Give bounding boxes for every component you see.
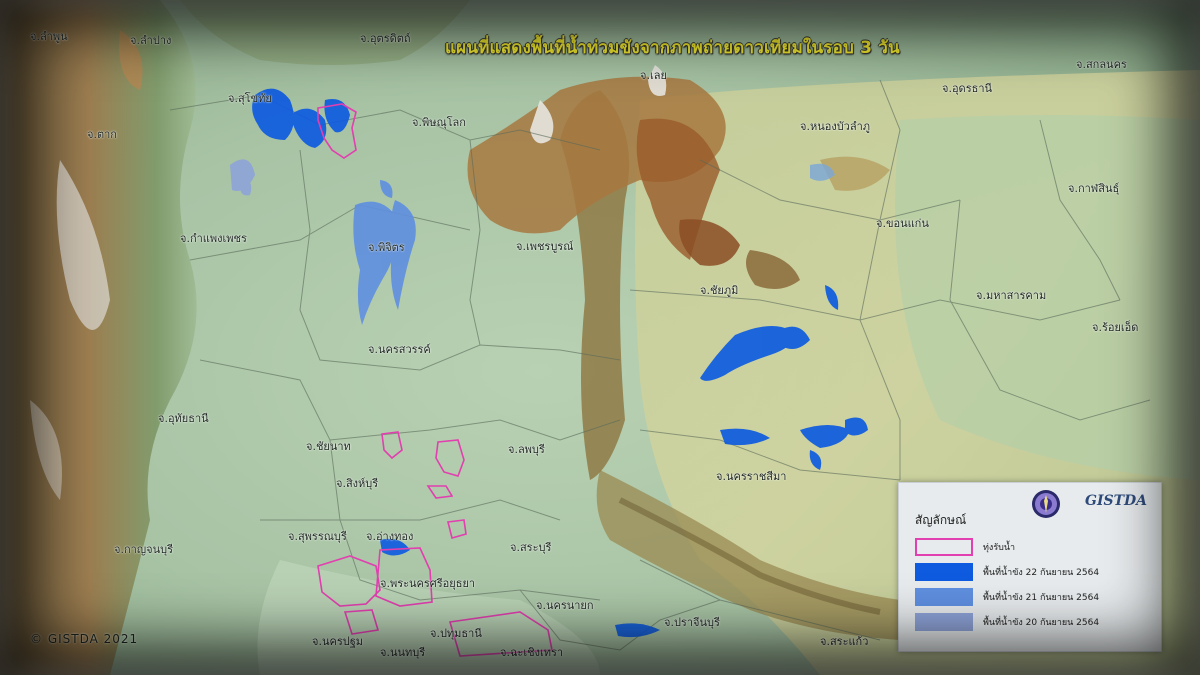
place-label: จ.ปทุมธานี [430, 627, 482, 640]
place-label: จ.นครราชสีมา [716, 470, 787, 483]
place-label: จ.นครปฐม [312, 635, 364, 648]
place-label: จ.ปราจีนบุรี [664, 616, 720, 629]
place-label: จ.เพชรบูรณ์ [516, 240, 574, 253]
place-label: จ.ลำปาง [130, 34, 172, 47]
place-label: จ.สิงห์บุรี [336, 477, 379, 490]
flood-22-swatch [915, 563, 973, 581]
place-label: จ.เลย [640, 69, 667, 82]
place-label: จ.ฉะเชิงเทรา [500, 646, 564, 659]
place-label: จ.สกลนคร [1076, 58, 1127, 71]
copyright-credit: © GISTDA 2021 [30, 632, 139, 646]
place-label: จ.นครสวรรค์ [368, 343, 431, 356]
map-title: แผนที่แสดงพื้นที่น้ำท่วมขังจากภาพถ่ายดาว… [445, 38, 900, 58]
retention-swatch [915, 538, 973, 556]
legend-item-retention: ทุ่งรับน้ำ [915, 537, 1015, 557]
place-label: จ.อุทัยธานี [158, 412, 209, 425]
place-label: จ.ลพบุรี [508, 443, 545, 456]
gistda-logo: GISTDA [1085, 493, 1148, 509]
place-label: จ.ตาก [87, 128, 117, 141]
place-label: จ.อ่างทอง [366, 530, 414, 543]
place-label: จ.กาญจนบุรี [114, 543, 174, 556]
flood-map: แผนที่แสดงพื้นที่น้ำท่วมขังจากภาพถ่ายดาว… [0, 0, 1200, 675]
place-label: จ.สุโขทัย [228, 92, 272, 105]
legend-item-flood-20: พื้นที่น้ำขัง 20 กันยายน 2564 [915, 612, 1099, 632]
legend-item-flood-22: พื้นที่น้ำขัง 22 กันยายน 2564 [915, 562, 1099, 582]
place-label: จ.ร้อยเอ็ด [1092, 321, 1139, 334]
place-label: จ.พระนครศรีอยุธยา [380, 577, 476, 590]
map-legend: GISTDA สัญลักษณ์ ทุ่งรับน้ำ พื้นที่น้ำขั… [898, 482, 1162, 652]
ministry-seal-icon [1032, 490, 1060, 518]
place-label: จ.นครนายก [536, 599, 594, 612]
place-label: จ.สุพรรณบุรี [288, 530, 347, 543]
place-label: จ.พิจิตร [368, 241, 405, 254]
place-label: จ.ชัยภูมิ [700, 284, 739, 297]
place-label: จ.กำแพงเพชร [180, 232, 247, 245]
flood-21-swatch [915, 588, 973, 606]
place-label: จ.นนทบุรี [380, 646, 426, 659]
place-label: จ.พิษณุโลก [412, 116, 466, 129]
legend-item-flood-21: พื้นที่น้ำขัง 21 กันยายน 2564 [915, 587, 1099, 607]
place-label: จ.สระแก้ว [820, 635, 869, 648]
place-label: จ.กาฬสินธุ์ [1068, 182, 1120, 195]
place-label: จ.อุดรธานี [942, 82, 993, 95]
flood-20-swatch [915, 613, 973, 631]
place-label: จ.ขอนแก่น [876, 217, 929, 230]
place-label: จ.ลำพูน [30, 30, 68, 43]
place-label: จ.มหาสารคาม [976, 289, 1047, 302]
legend-title: สัญลักษณ์ [915, 513, 967, 527]
place-label: จ.ชัยนาท [306, 440, 351, 453]
place-label: จ.สระบุรี [510, 541, 552, 554]
place-label: จ.อุตรดิตถ์ [360, 32, 411, 45]
place-label: จ.หนองบัวลำภู [800, 120, 871, 133]
